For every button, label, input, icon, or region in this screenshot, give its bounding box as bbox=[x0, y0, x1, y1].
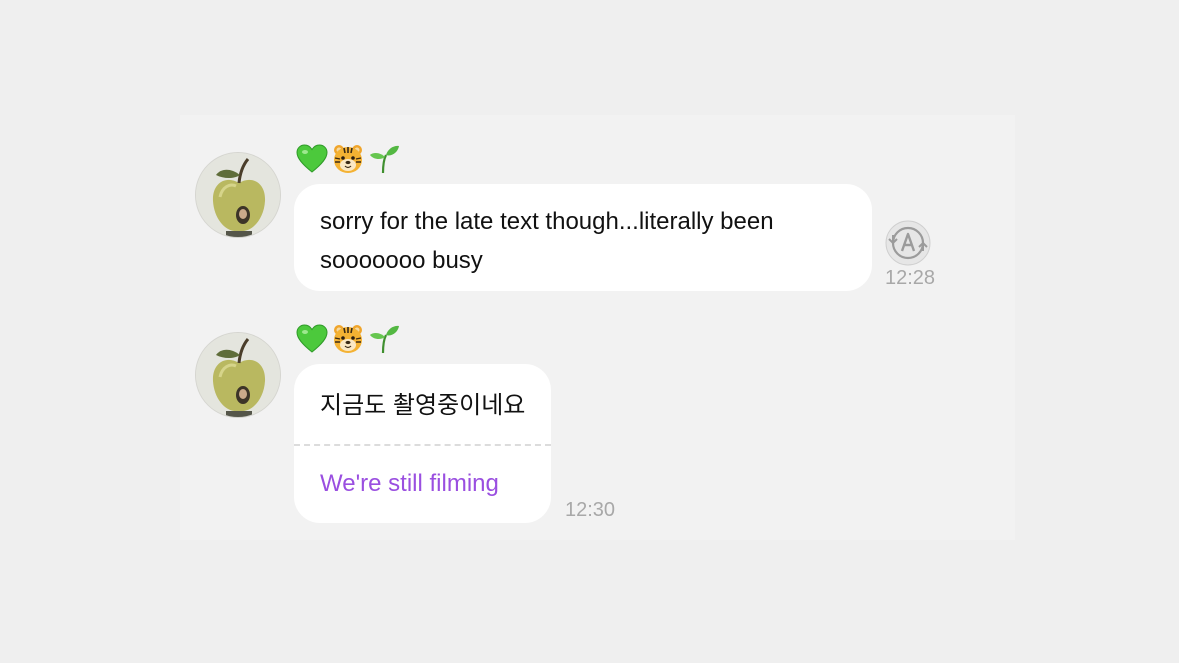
avatar[interactable] bbox=[195, 152, 281, 238]
message-original-text: 지금도 촬영중이네요 bbox=[320, 392, 526, 419]
message-bubble[interactable]: sorry for the late text though...literal… bbox=[294, 184, 872, 291]
green-heart-icon bbox=[296, 324, 328, 353]
message-timestamp: 12:30 bbox=[565, 499, 616, 521]
message-bubble-translated[interactable]: 지금도 촬영중이네요 We're still filming bbox=[294, 364, 551, 523]
seedling-icon bbox=[370, 145, 399, 174]
avatar[interactable] bbox=[195, 332, 281, 418]
message-timestamp: 12:28 bbox=[885, 267, 936, 289]
apple-avatar-image bbox=[196, 153, 280, 237]
tiger-face-icon bbox=[334, 145, 362, 173]
sender-name-emojis bbox=[296, 142, 400, 176]
sender-name-emojis bbox=[296, 322, 400, 356]
seedling-icon bbox=[370, 325, 399, 354]
translate-a-icon[interactable] bbox=[885, 220, 931, 266]
translation-divider bbox=[294, 444, 551, 446]
message-text: sorry for the late text though...literal… bbox=[320, 208, 774, 274]
tiger-face-icon bbox=[334, 325, 362, 353]
message-translation-text: We're still filming bbox=[320, 470, 499, 497]
green-heart-icon bbox=[296, 144, 328, 173]
apple-avatar-image bbox=[196, 333, 280, 417]
